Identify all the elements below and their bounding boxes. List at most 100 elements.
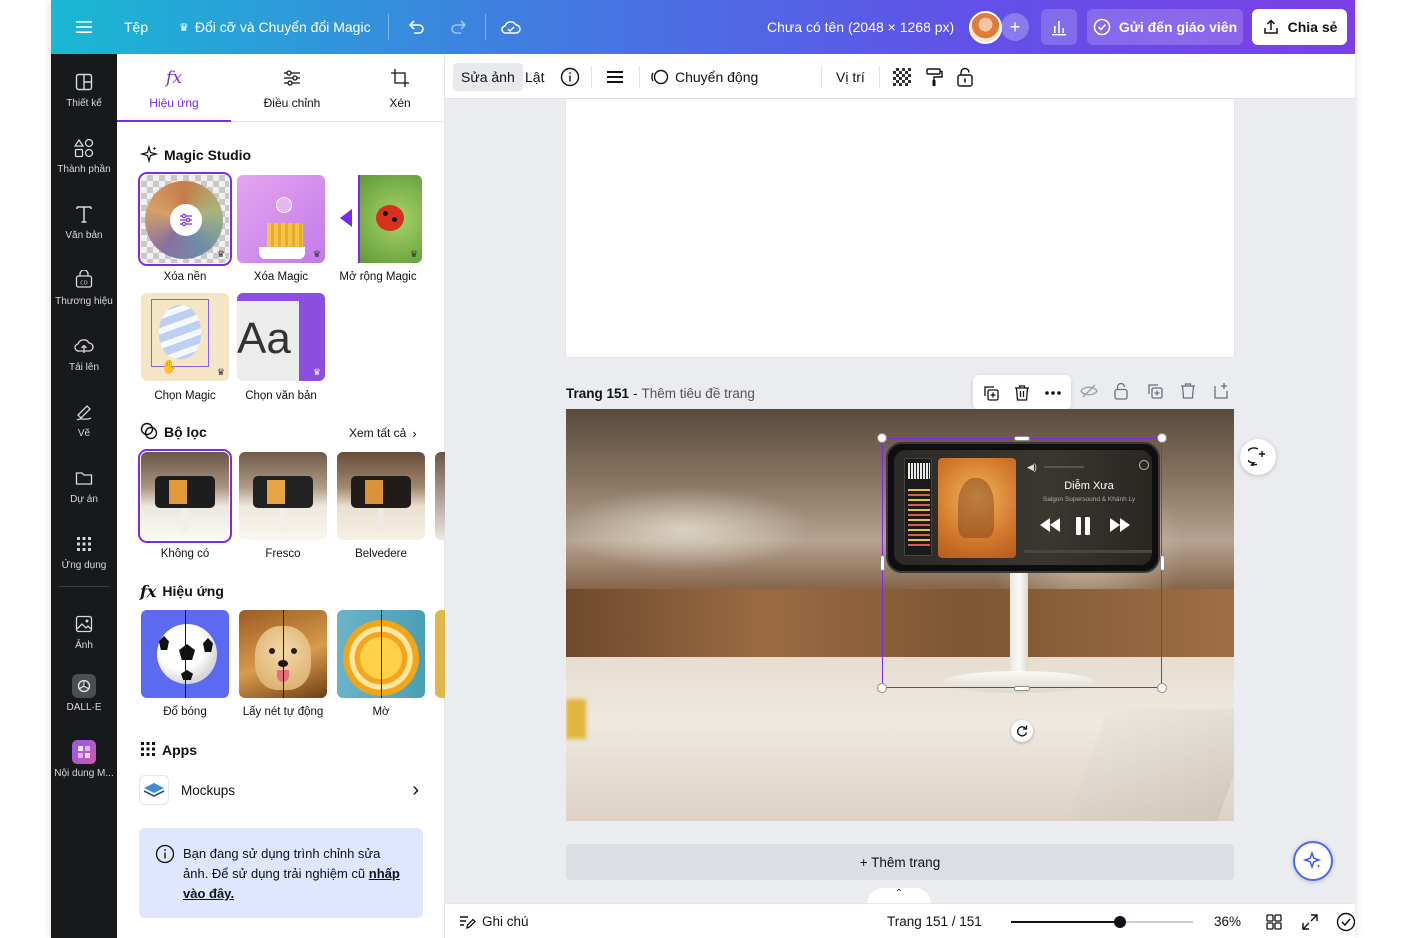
rail-item-dalle[interactable]: DALL·E [51, 666, 117, 726]
page-150-canvas[interactable] [566, 99, 1234, 357]
rail-item-magic-content[interactable]: Nội dung M... [51, 732, 117, 792]
magic-grab-tool[interactable]: ✋ ♛ [141, 293, 229, 381]
magic-resize-button[interactable]: ♛ Đổi cỡ và Chuyển đổi Magic [179, 0, 371, 54]
insights-button[interactable] [1041, 9, 1077, 45]
zoom-slider[interactable] [1011, 916, 1193, 928]
filters-heading: Bộ lọc [140, 422, 207, 442]
resize-handle[interactable] [880, 555, 885, 571]
tool-caption: Chọn văn bản [245, 390, 317, 402]
share-button[interactable]: Chia sẻ [1252, 9, 1347, 45]
lock-page-icon[interactable] [1113, 382, 1129, 405]
rail-label: Thiết kế [66, 98, 102, 109]
grab-text-tool[interactable]: Aa ♛ [237, 293, 325, 381]
draw-pen-icon [72, 400, 96, 424]
add-comment-button[interactable] [1240, 439, 1276, 475]
resize-handle[interactable] [877, 683, 887, 693]
info-icon [155, 844, 175, 864]
filter-next-peek[interactable] [435, 452, 445, 540]
tool-preview-strip [237, 293, 325, 301]
more-options-icon[interactable] [1043, 383, 1063, 403]
rail-item-elements[interactable]: Thành phần [51, 128, 117, 188]
rail-item-uploads[interactable]: Tải lên [51, 326, 117, 386]
send-to-teacher-button[interactable]: Gửi đến giáo viên [1087, 9, 1243, 45]
sparkle-icon [1303, 851, 1322, 870]
fullscreen-icon[interactable] [1301, 904, 1319, 938]
filter-fresco[interactable] [239, 452, 327, 540]
filter-belvedere[interactable] [337, 452, 425, 540]
menu-icon[interactable] [75, 0, 93, 54]
border-style-icon[interactable] [605, 63, 625, 91]
cloud-saved-icon[interactable] [500, 0, 522, 54]
sliders-icon [282, 68, 302, 90]
delete-page-icon[interactable] [1179, 382, 1197, 405]
flip-button[interactable]: Lật [525, 63, 544, 91]
add-page-icon[interactable] [1212, 382, 1230, 405]
add-page-button[interactable]: + Thêm trang [566, 844, 1234, 880]
resize-handle[interactable] [1014, 686, 1030, 691]
crop-icon [390, 68, 410, 90]
hide-page-icon[interactable] [1080, 382, 1098, 405]
ladybug-preview [376, 205, 404, 231]
rotate-handle-icon[interactable] [1011, 720, 1033, 742]
grid-view-icon[interactable] [1265, 904, 1283, 938]
file-menu[interactable]: Tệp [124, 0, 148, 54]
page-title-input[interactable]: Thêm tiêu đề trang [642, 386, 755, 401]
lock-icon[interactable] [956, 63, 974, 91]
tool-caption: Mở rộng Magic [339, 271, 417, 283]
zoom-slider-knob[interactable] [1114, 916, 1126, 928]
show-pages-toggle[interactable]: ⌃ [867, 888, 931, 904]
position-button[interactable]: Vị trí [836, 63, 865, 91]
document-title[interactable]: Chưa có tên (2048 × 1268 px) [767, 0, 954, 54]
zoom-level[interactable]: 36% [1214, 904, 1241, 938]
rail-item-design[interactable]: Thiết kế [51, 62, 117, 122]
page-151-canvas[interactable]: ◀) Diễm Xưa Saigon Supersound & Khánh Ly [566, 409, 1234, 821]
animate-label: Chuyển động [675, 69, 759, 85]
add-collaborator-button[interactable]: + [1001, 13, 1029, 41]
transparency-icon[interactable] [893, 63, 911, 91]
tab-effects[interactable]: fx Hiệu ứng [117, 54, 231, 122]
rail-item-text[interactable]: Văn bản [51, 194, 117, 254]
effect-shadow[interactable] [141, 610, 229, 698]
page-counter[interactable]: Trang 151 / 151 [887, 904, 982, 938]
bg-remover-tool[interactable]: ♛ [138, 172, 232, 266]
page-number: Trang 151 [566, 385, 630, 401]
rail-item-draw[interactable]: Vẽ [51, 392, 117, 452]
user-avatar[interactable] [969, 11, 1002, 44]
rail-item-brand[interactable]: CO Thương hiệu [51, 260, 117, 320]
tab-crop[interactable]: Xén [343, 54, 457, 122]
copy-style-icon[interactable] [924, 63, 944, 91]
resize-handle[interactable] [1157, 683, 1167, 693]
redo-icon[interactable] [449, 0, 469, 54]
effect-blur[interactable] [337, 610, 425, 698]
resize-handle[interactable] [1157, 433, 1167, 443]
resize-handle[interactable] [1014, 436, 1030, 441]
undo-icon[interactable] [406, 0, 426, 54]
resize-handle[interactable] [877, 433, 887, 443]
notes-button[interactable]: Ghi chú [458, 904, 529, 938]
trash-icon[interactable] [1012, 383, 1032, 403]
magic-expand-tool[interactable]: ♛ [334, 175, 422, 263]
effect-next-peek[interactable] [435, 610, 445, 698]
see-all-filters-link[interactable]: Xem tất cả › [349, 424, 417, 442]
mockups-app-row[interactable]: Mockups › [139, 774, 423, 806]
info-icon[interactable] [560, 63, 580, 91]
magic-studio-title: Magic Studio [164, 147, 252, 163]
filter-none[interactable] [138, 449, 232, 543]
hand-cursor-icon: ✋ [161, 359, 178, 374]
rail-item-apps[interactable]: Ứng dụng [51, 524, 117, 584]
resize-handle[interactable] [1160, 555, 1165, 571]
magic-assistant-button[interactable] [1293, 841, 1333, 881]
check-design-icon[interactable] [1336, 904, 1355, 938]
animate-button[interactable]: Chuyển động [650, 63, 758, 91]
apps-title: Apps [162, 742, 197, 758]
edit-photo-button[interactable]: Sửa ảnh [453, 63, 523, 91]
magic-resize-label: Đổi cỡ và Chuyển đổi Magic [194, 19, 371, 35]
effect-auto-focus[interactable] [239, 610, 327, 698]
duplicate-icon[interactable] [981, 383, 1001, 403]
duplicate-page-icon[interactable] [1146, 382, 1164, 405]
magic-eraser-tool[interactable]: ♛ [237, 175, 325, 263]
rail-item-photos[interactable]: Ảnh [51, 604, 117, 664]
expand-arrow-icon [340, 209, 352, 227]
tab-adjust[interactable]: Điều chỉnh [235, 54, 349, 122]
rail-item-projects[interactable]: Dự án [51, 458, 117, 518]
